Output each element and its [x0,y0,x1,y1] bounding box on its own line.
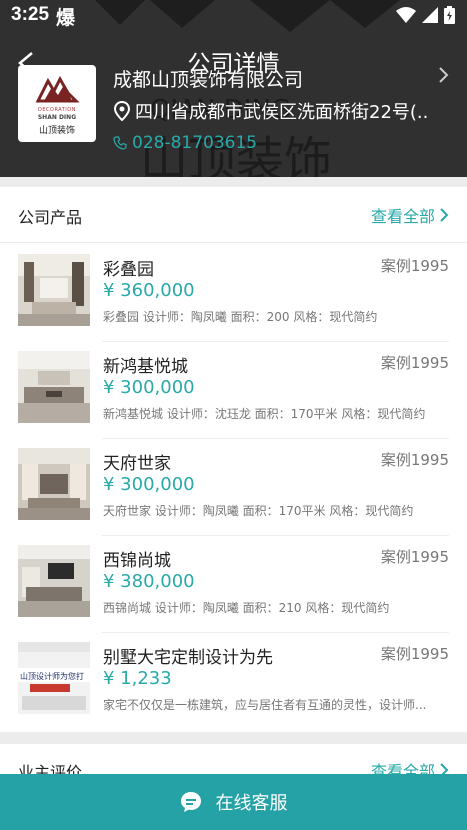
logo-text-chinese: 山顶装饰 [38,126,75,136]
product-item[interactable]: 新鸿基悦城 案例1995 ¥ 300,000 新鸿基悦城 设计师：沈珏龙 面积：… [0,342,467,439]
product-thumbnail [18,545,90,617]
products-view-all-link[interactable]: 查看全部 [371,203,449,227]
online-service-button[interactable]: 在线客服 [0,774,467,830]
company-logo: DECORATION SHAN DING 山顶装饰 [18,65,96,142]
products-section-header: 公司产品 查看全部 [0,187,467,243]
promo-thumb-text: 山顶设计师为您打 [20,671,84,681]
product-thumbnail [18,351,90,423]
logo-text-shanding: SHAN DING [37,114,77,121]
company-header: I O N QIAN DING 山顶装饰 3:25 爆 公司详情 DECORAT… [0,0,467,177]
product-thumbnail: 山顶设计师为您打 [18,642,90,714]
product-case-count: 案例1995 [380,354,449,372]
product-description: 彩叠园 设计师：陶凤曦 面积：200 风格：现代简约 [103,310,378,324]
product-case-count: 案例1995 [380,451,449,469]
product-description: 西锦尚城 设计师：陶凤曦 面积：210 风格：现代简约 [103,601,390,615]
chevron-right-icon [440,208,449,222]
status-carrier: 爆 [56,7,76,29]
battery-icon [444,6,455,24]
product-price: ¥ 300,000 [103,377,195,398]
status-icons [396,6,455,24]
company-phone[interactable]: 028-81703615 [113,133,257,153]
company-address[interactable]: 四川省成都市武侯区洗面桥街22号(... [113,98,428,124]
company-address-text: 四川省成都市武侯区洗面桥街22号(... [135,102,428,123]
product-item[interactable]: 西锦尚城 案例1995 ¥ 380,000 西锦尚城 设计师：陶凤曦 面积：21… [0,536,467,633]
product-thumbnail [18,254,90,326]
products-section: 公司产品 查看全部 彩叠园 案例1995 ¥ 360,000 彩叠园 设计师：陶… [0,187,467,732]
company-name: 成都山顶装饰有限公司 [113,69,304,91]
product-price: ¥ 380,000 [103,571,195,592]
chat-bubble-icon [180,792,201,812]
product-price: ¥ 360,000 [103,280,195,301]
product-name: 别墅大宅定制设计为先 [103,648,273,668]
product-price: ¥ 300,000 [103,474,195,495]
location-pin-icon [113,101,131,121]
product-case-count: 案例1995 [380,548,449,566]
product-description: 家宅不仅仅是一栋建筑，应与居住者有互通的灵性，设计师... [103,698,427,712]
product-thumbnail [18,448,90,520]
chevron-right-icon[interactable] [436,66,450,84]
product-item[interactable]: 天府世家 案例1995 ¥ 300,000 天府世家 设计师：陶凤曦 面积：17… [0,439,467,536]
product-name: 新鸿基悦城 [103,357,188,377]
product-description: 新鸿基悦城 设计师：沈珏龙 面积：170平米 风格：现代简约 [103,407,426,421]
product-case-count: 案例1995 [380,257,449,275]
company-phone-number: 028-81703615 [132,133,258,153]
status-time: 3:25 [11,4,50,25]
product-name: 天府世家 [103,454,171,474]
online-service-label: 在线客服 [215,793,288,814]
signal-icon [422,7,438,23]
phone-icon [113,136,127,150]
product-price: ¥ 1,233 [103,668,172,689]
product-item[interactable]: 山顶设计师为您打 别墅大宅定制设计为先 案例1995 ¥ 1,233 家宅不仅仅… [0,633,467,730]
mountain-logo-icon [35,75,80,103]
product-name: 彩叠园 [103,260,154,280]
wifi-icon [396,7,416,23]
product-item[interactable]: 彩叠园 案例1995 ¥ 360,000 彩叠园 设计师：陶凤曦 面积：200 … [0,245,467,342]
product-description: 天府世家 设计师：陶凤曦 面积：170平米 风格：现代简约 [103,504,414,518]
products-view-all-label: 查看全部 [370,207,435,226]
logo-text-decoration: DECORATION [38,107,76,113]
product-case-count: 案例1995 [380,645,449,663]
products-section-title: 公司产品 [18,208,83,227]
product-name: 西锦尚城 [103,551,171,571]
status-bar: 3:25 爆 [0,0,467,32]
